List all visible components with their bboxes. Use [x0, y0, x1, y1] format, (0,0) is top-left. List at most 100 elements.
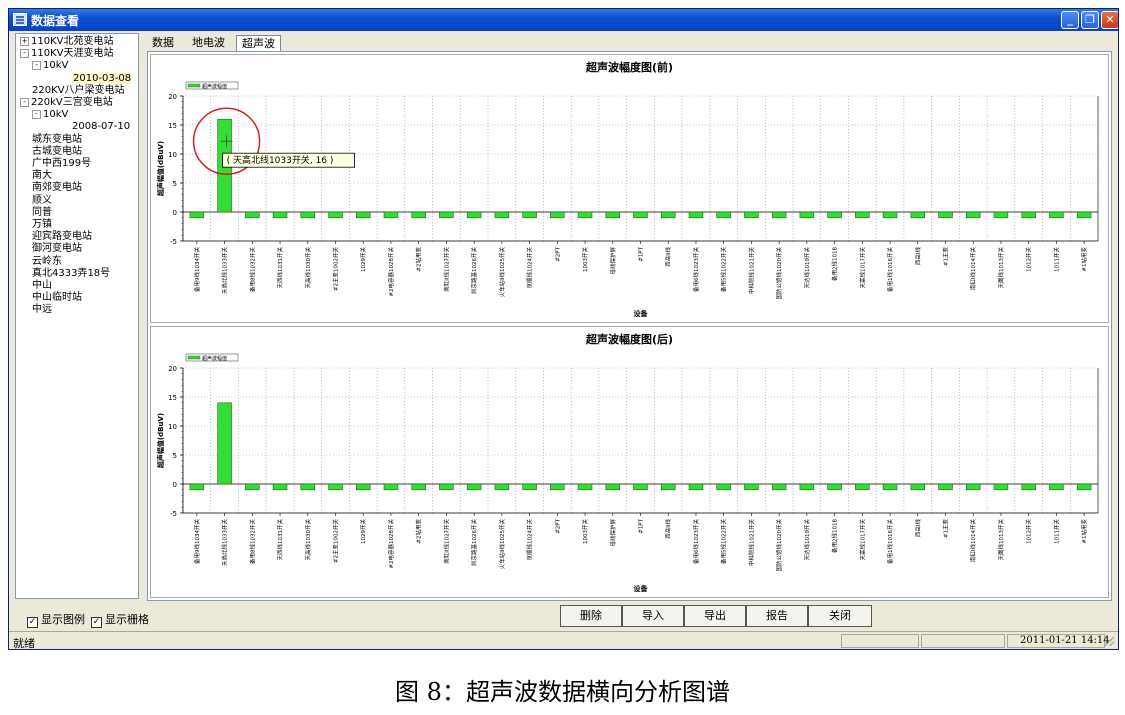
expand-icon[interactable]: +	[20, 37, 29, 46]
x-axis-label: 设备	[634, 309, 649, 318]
x-tick-label: 备用1线1016开关	[886, 247, 894, 292]
bar	[383, 211, 399, 219]
bar	[965, 483, 981, 491]
tree-node[interactable]: -220kV三宫变电站	[20, 97, 113, 109]
tree-node-label: 110KV天涯变电站	[31, 48, 114, 60]
x-tick-label: 南缸II线1027开关	[442, 519, 450, 564]
report-button[interactable]: 报告	[746, 605, 808, 627]
bar	[522, 211, 537, 219]
show-grid-checkbox[interactable]: ✓ 显示栅格	[91, 611, 149, 628]
x-tick-label: 1012开关	[1025, 247, 1033, 272]
collapse-icon[interactable]: -	[20, 98, 29, 107]
status-datetime-panel: 2011-01-21 14:14	[1007, 634, 1110, 648]
show-legend-checkbox[interactable]: ✓ 显示图例	[27, 611, 85, 628]
minimize-button[interactable]: _	[1061, 11, 1079, 29]
tree-node-label: 顺义	[32, 194, 52, 206]
bar	[439, 483, 454, 491]
x-tick-label: 西岳II线	[664, 247, 672, 267]
x-tick-label: 母线保护屏	[609, 247, 617, 275]
tab-tev[interactable]: 地电波	[187, 35, 230, 51]
collapse-icon[interactable]: -	[32, 61, 41, 71]
chart-area: 超声波幅度图(前) 超声波幅值 -5 0 5 10 15 20 超声幅值(dBuV) 备用9线10…	[147, 51, 1112, 601]
tree-node[interactable]: 万镇	[32, 219, 52, 231]
x-tick-label: #2主变1002开关	[332, 247, 340, 292]
bar	[910, 483, 926, 491]
tree-node[interactable]: 云岭东	[32, 256, 62, 268]
tree-node[interactable]: 真北4333弄18号	[32, 268, 110, 280]
tree-node[interactable]: 顺义	[32, 195, 52, 207]
tree-node[interactable]: 南大	[32, 170, 52, 182]
x-tick-label: 母线保护屏	[609, 519, 617, 547]
delete-button[interactable]: 删除	[560, 605, 622, 627]
tree-node-label: 广中西199号	[32, 158, 92, 169]
tab-ultrasonic[interactable]: 超声波	[236, 35, 281, 51]
tree-node[interactable]: 御河变电站	[32, 243, 82, 255]
tree-node[interactable]: 2008-07-10	[72, 121, 130, 133]
bar	[494, 211, 510, 219]
x-tick-label: 火车站II线1025开关	[498, 519, 506, 570]
x-tick-label: 备用9线1034开关	[193, 519, 201, 564]
bar	[550, 211, 565, 219]
x-tick-label: 备用1线1016开关	[886, 519, 894, 564]
substation-tree[interactable]: +110KV北苑变电站 -110KV天涯变电站 -10kV 2010-03-08 220…	[15, 33, 139, 599]
x-tick-label: 凯京路基1026开关	[470, 519, 478, 566]
x-tick-label: 1011开关	[1052, 247, 1060, 272]
bar	[882, 483, 898, 491]
tree-node[interactable]: 220KV八户梁变电站	[32, 85, 125, 97]
y-axis-label: 超声幅值(dBuV)	[156, 413, 165, 468]
collapse-icon[interactable]: -	[20, 49, 29, 59]
bar	[660, 211, 676, 219]
tree-node[interactable]: 同普	[32, 207, 52, 219]
tree-node[interactable]: 古城变电站	[32, 146, 82, 158]
tree-node[interactable]: 迎宾路变电站	[32, 231, 92, 243]
export-button[interactable]: 导出	[684, 605, 746, 627]
import-button[interactable]: 导入	[622, 605, 684, 627]
tab-data[interactable]: 数据	[147, 35, 179, 51]
bar	[771, 211, 787, 219]
status-datetime: 2011-01-21 14:14	[1020, 635, 1110, 646]
tree-node-label: 中山临时站	[32, 292, 82, 304]
maximize-button[interactable]: ❐	[1081, 11, 1099, 29]
bar	[355, 211, 371, 219]
tree-node[interactable]: -10kV	[32, 109, 68, 121]
legend-swatch	[187, 355, 201, 360]
x-tick-label: 备用5线1022开关	[720, 519, 728, 564]
tree-node[interactable]: 中山	[32, 280, 52, 292]
show-grid-label: 显示栅格	[105, 613, 149, 626]
tree-node-label: 110KV北苑变电站	[31, 36, 114, 47]
chart-back: 超声波幅度图(后) 超声波幅值 -5 0 5 10 15 20 超声幅值(dBuV) 备用9线10…	[150, 326, 1109, 598]
x-tick-label: 天富线1017开关	[858, 519, 866, 561]
close-button[interactable]: 关闭	[808, 605, 872, 627]
tree-node[interactable]: +110KV北苑变电站	[20, 36, 114, 48]
bar	[716, 483, 731, 491]
close-window-button[interactable]: ✕	[1101, 11, 1118, 29]
x-tick-label: #1主变	[942, 247, 950, 267]
bar	[938, 211, 953, 219]
tree-node[interactable]: 2010-03-08	[72, 72, 133, 85]
x-tick-label: 1012开关	[1025, 519, 1033, 544]
x-tick-label: 天西线1031开关	[276, 519, 284, 561]
collapse-icon[interactable]: -	[32, 110, 41, 120]
tree-node[interactable]: -10kV	[32, 60, 68, 72]
status-panel	[921, 634, 1005, 648]
tree-node[interactable]: -110KV天涯变电站	[20, 48, 114, 60]
x-tick-label: 凯京路基1026开关	[470, 247, 478, 294]
x-tick-label: 南缸I线1014开关	[969, 247, 977, 291]
tree-node[interactable]: 中山临时站	[32, 292, 82, 304]
tree-node-label: 迎宾路变电站	[32, 231, 92, 243]
bar	[328, 211, 343, 219]
resize-grip-icon[interactable]	[1104, 636, 1114, 646]
window-title: 数据查看	[31, 14, 80, 28]
bar	[938, 483, 953, 491]
title-bar[interactable]: 数据查看 _ ❐ ✕	[9, 9, 1118, 31]
x-tick-label: #1PT	[639, 518, 645, 533]
x-tick-label: 西岳II线	[664, 519, 672, 539]
tree-node[interactable]: 南郊变电站	[32, 182, 82, 194]
y-tick-label: 15	[168, 122, 177, 130]
x-tick-label: 1029开关	[359, 247, 367, 272]
x-tick-label: 备用6线1023开关	[692, 519, 700, 564]
tree-node[interactable]: 城东变电站	[32, 134, 82, 146]
tree-node[interactable]: 中远	[32, 304, 52, 316]
tree-node[interactable]: 广中西199号	[32, 158, 91, 170]
bar	[466, 211, 482, 219]
